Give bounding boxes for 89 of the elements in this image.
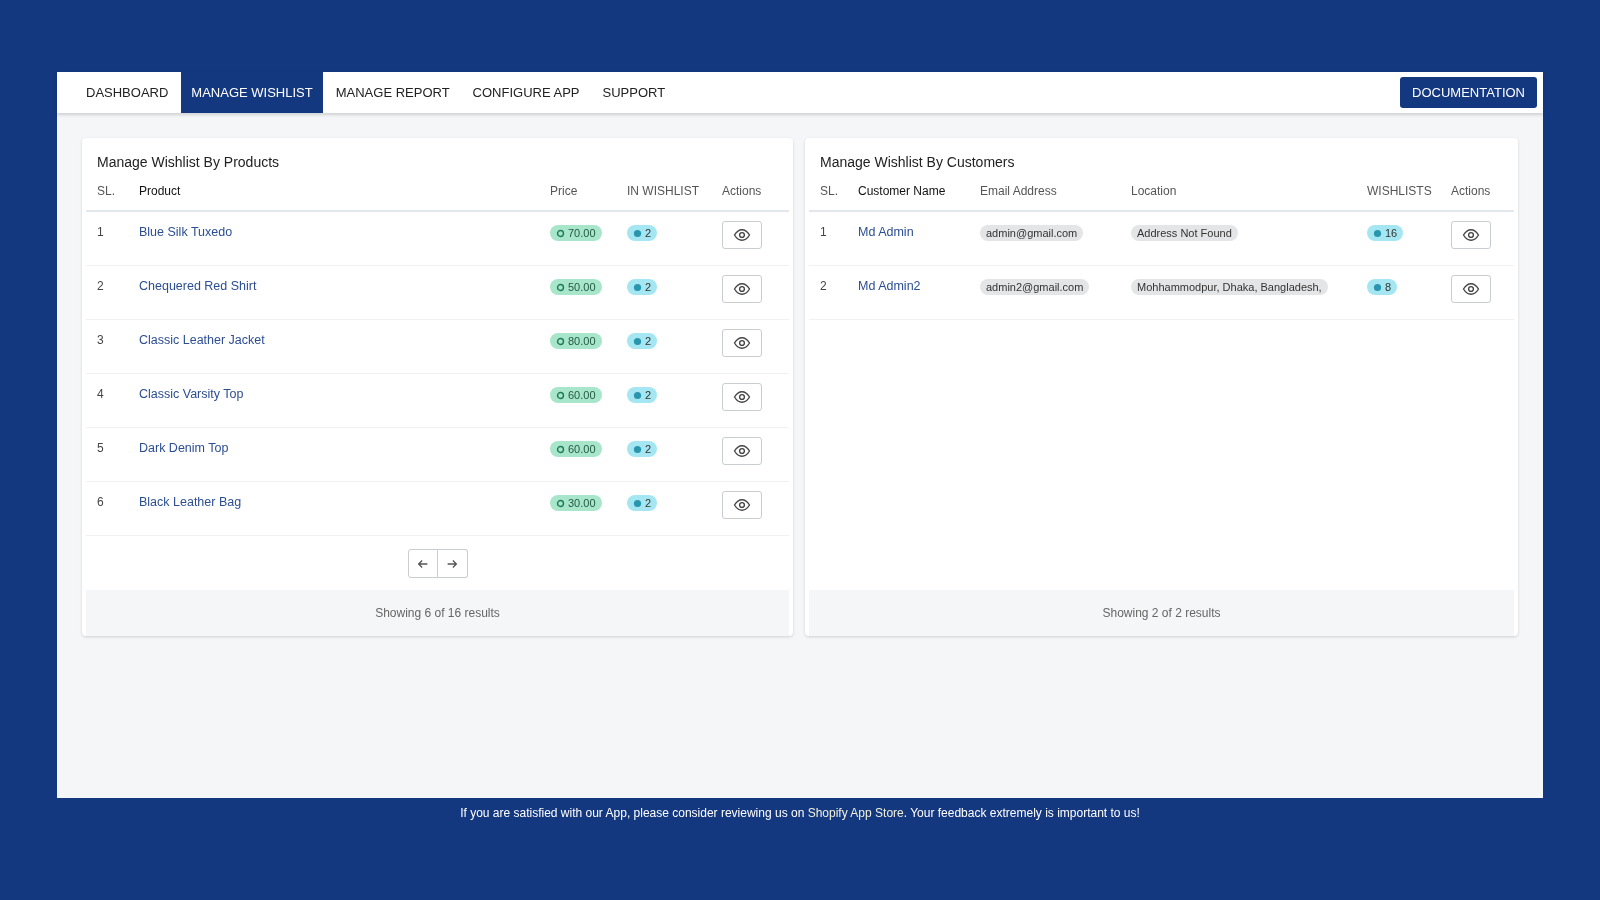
column-header: Actions: [1451, 184, 1492, 198]
column-header: Actions: [722, 184, 763, 198]
nav-tab[interactable]: MANAGE WISHLIST: [181, 72, 323, 113]
view-button[interactable]: [722, 491, 762, 519]
eye-icon: [733, 226, 751, 244]
dot-icon: [633, 390, 642, 400]
product-link[interactable]: Dark Denim Top: [139, 441, 550, 455]
dot-icon: [1373, 282, 1382, 292]
circle-icon: [556, 282, 565, 292]
column-header: Customer Name: [858, 184, 947, 198]
count-badge: 16: [1367, 225, 1404, 241]
column-header: Price: [550, 184, 579, 198]
product-link[interactable]: Chequered Red Shirt: [139, 279, 550, 293]
view-button[interactable]: [722, 221, 762, 249]
count-badge: 2: [627, 333, 658, 349]
price-badge: 30.00: [550, 495, 602, 511]
nav-tab[interactable]: MANAGE REPORT: [325, 72, 460, 113]
serial-number: 5: [97, 441, 105, 455]
circle-icon: [556, 336, 565, 346]
customer-link[interactable]: Md Admin2: [858, 279, 980, 293]
nav-tab[interactable]: DASHBOARD: [76, 72, 179, 113]
column-header: WISHLISTS: [1367, 184, 1433, 198]
location-badge: Mohhammodpur, Dhaka, Bangladesh,: [1131, 279, 1328, 295]
view-button[interactable]: [722, 437, 762, 465]
dot-icon: [633, 498, 642, 508]
serial-number: 2: [820, 279, 828, 293]
dot-icon: [633, 444, 642, 454]
results-count: Showing 2 of 2 results: [1102, 606, 1221, 620]
documentation-button[interactable]: DOCUMENTATION: [1400, 77, 1537, 108]
view-button[interactable]: [1451, 221, 1491, 249]
next-page-button[interactable]: [437, 549, 468, 578]
dot-icon: [633, 228, 642, 238]
view-button[interactable]: [1451, 275, 1491, 303]
serial-number: 2: [97, 279, 105, 293]
column-header: SL.: [97, 184, 116, 198]
price-badge: 80.00: [550, 333, 602, 349]
count-badge: 8: [1367, 279, 1398, 295]
circle-icon: [556, 444, 565, 454]
price-badge: 60.00: [550, 387, 602, 403]
results-count: Showing 6 of 16 results: [375, 606, 500, 620]
previous-page-button[interactable]: [407, 549, 438, 578]
circle-icon: [556, 228, 565, 238]
app-store-link[interactable]: Shopify App Store: [807, 806, 904, 820]
eye-icon: [733, 496, 751, 514]
column-header: Location: [1131, 184, 1178, 198]
price-badge: 50.00: [550, 279, 602, 295]
product-link[interactable]: Classic Varsity Top: [139, 387, 550, 401]
column-header: IN WISHLIST: [627, 184, 700, 198]
serial-number: 1: [820, 225, 828, 239]
product-link[interactable]: Classic Leather Jacket: [139, 333, 550, 347]
nav-tab[interactable]: SUPPORT: [592, 72, 676, 113]
view-button[interactable]: [722, 275, 762, 303]
eye-icon: [1462, 280, 1480, 298]
view-button[interactable]: [722, 383, 762, 411]
eye-icon: [733, 388, 751, 406]
product-link[interactable]: Blue Silk Tuxedo: [139, 225, 550, 239]
column-header: SL.: [820, 184, 839, 198]
price-badge: 60.00: [550, 441, 602, 457]
customer-link[interactable]: Md Admin: [858, 225, 980, 239]
column-header: Product: [139, 184, 182, 198]
count-badge: 2: [627, 225, 658, 241]
count-badge: 2: [627, 441, 658, 457]
eye-icon: [733, 280, 751, 298]
nav-tab[interactable]: CONFIGURE APP: [462, 72, 590, 113]
card-title: Manage Wishlist By Customers: [819, 153, 1016, 172]
product-link[interactable]: Black Leather Bag: [139, 495, 550, 509]
column-header: Email Address: [980, 184, 1058, 198]
count-badge: 2: [627, 495, 658, 511]
serial-number: 3: [97, 333, 105, 347]
count-badge: 2: [627, 279, 658, 295]
dot-icon: [633, 282, 642, 292]
serial-number: 6: [97, 495, 105, 509]
dot-icon: [1373, 228, 1382, 238]
card-title: Manage Wishlist By Products: [96, 153, 281, 172]
review-message: If you are satisfied with our App, please consider reviewing us on Shopify App Store. Your feedback extremely is important to us!: [459, 806, 1141, 820]
circle-icon: [556, 498, 565, 508]
serial-number: 4: [97, 387, 105, 401]
location-badge: Address Not Found: [1131, 225, 1238, 241]
email-badge: admin2@gmail.com: [980, 279, 1090, 295]
view-button[interactable]: [722, 329, 762, 357]
count-badge: 2: [627, 387, 658, 403]
circle-icon: [556, 390, 565, 400]
eye-icon: [733, 334, 751, 352]
eye-icon: [1462, 226, 1480, 244]
price-badge: 70.00: [550, 225, 602, 241]
eye-icon: [733, 442, 751, 460]
dot-icon: [633, 336, 642, 346]
serial-number: 1: [97, 225, 105, 239]
email-badge: admin@gmail.com: [980, 225, 1084, 241]
